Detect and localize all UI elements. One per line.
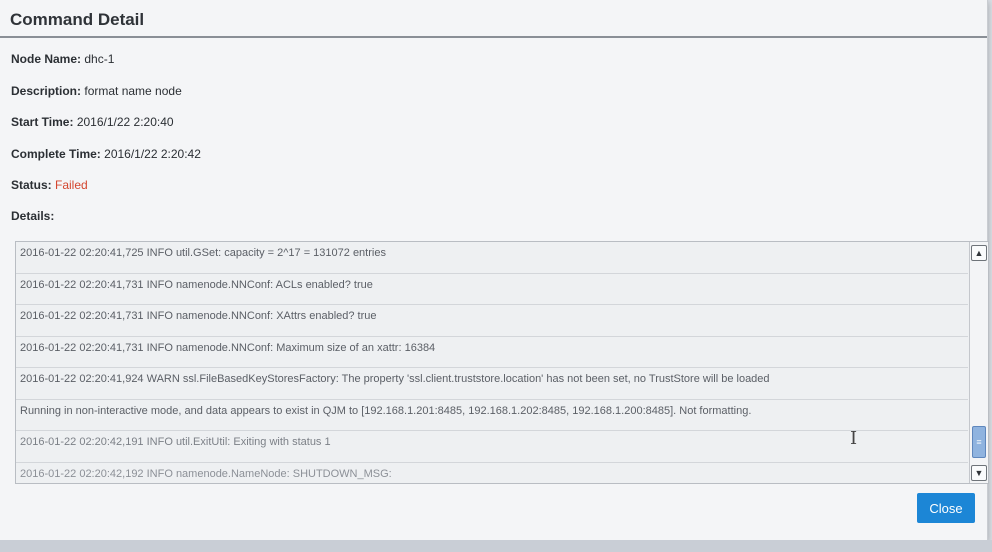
- log-line: 2016-01-22 02:20:42,191 INFO util.ExitUt…: [16, 431, 968, 463]
- scroll-down-arrow-icon[interactable]: ▼: [971, 465, 987, 481]
- details-label: Details:: [11, 209, 55, 223]
- scrollbar-thumb[interactable]: ≡: [972, 426, 986, 458]
- node-name-label: Node Name:: [11, 52, 82, 66]
- log-lines: 2016-01-22 02:20:41,725 INFO util.GSet: …: [16, 242, 968, 483]
- scroll-up-arrow-icon[interactable]: ▲: [971, 245, 987, 261]
- details-log-textarea[interactable]: 2016-01-22 02:20:41,725 INFO util.GSet: …: [15, 241, 989, 484]
- dialog-title: Command Detail: [10, 10, 145, 29]
- log-line: 2016-01-22 02:20:41,731 INFO namenode.NN…: [16, 337, 968, 368]
- status-badge: Failed: [55, 178, 88, 192]
- log-line: 2016-01-22 02:20:41,725 INFO util.GSet: …: [16, 242, 968, 274]
- text-cursor-icon: I: [850, 428, 858, 449]
- start-time-label: Start Time:: [11, 115, 74, 129]
- log-line: 2016-01-22 02:20:41,731 INFO namenode.NN…: [16, 305, 968, 337]
- dialog-header: Command Detail: [0, 0, 987, 38]
- close-button[interactable]: Close: [917, 493, 975, 523]
- description-field: Description: format name node: [11, 84, 182, 98]
- description-label: Description:: [11, 84, 82, 98]
- status-field: Status: Failed: [11, 178, 88, 192]
- background-page-strip: [0, 540, 992, 552]
- log-line: 2016-01-22 02:20:41,924 WARN ssl.FileBas…: [16, 368, 968, 400]
- node-name-field: Node Name: dhc-1: [11, 52, 114, 66]
- node-name-value: dhc-1: [84, 52, 115, 66]
- start-time-field: Start Time: 2016/1/22 2:20:40: [11, 115, 174, 129]
- log-line: 2016-01-22 02:20:42,192 INFO namenode.Na…: [16, 463, 968, 484]
- complete-time-field: Complete Time: 2016/1/22 2:20:42: [11, 147, 201, 161]
- start-time-value: 2016/1/22 2:20:40: [76, 115, 174, 129]
- status-label: Status:: [11, 178, 52, 192]
- log-line: Running in non-interactive mode, and dat…: [16, 400, 968, 431]
- complete-time-label: Complete Time:: [11, 147, 101, 161]
- complete-time-value: 2016/1/22 2:20:42: [104, 147, 201, 161]
- command-detail-dialog: Command Detail Node Name: dhc-1 Descript…: [0, 0, 989, 540]
- log-scrollbar[interactable]: ▲ ≡ ▼: [969, 242, 988, 483]
- details-field: Details:: [11, 209, 54, 223]
- description-value: format name node: [84, 84, 182, 98]
- log-line: 2016-01-22 02:20:41,731 INFO namenode.NN…: [16, 274, 968, 305]
